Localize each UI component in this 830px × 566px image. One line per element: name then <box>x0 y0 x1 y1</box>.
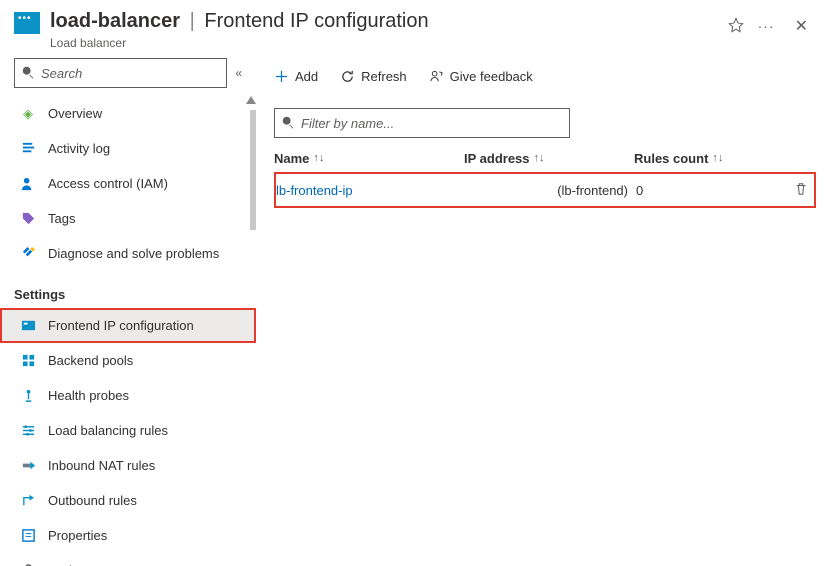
outbound-rules-icon <box>20 493 36 509</box>
sidebar-item-activity-log[interactable]: Activity log <box>0 131 256 166</box>
inbound-nat-icon <box>20 458 36 474</box>
overview-icon: ◈ <box>20 106 36 122</box>
sidebar-item-tags[interactable]: Tags <box>0 201 256 236</box>
sidebar-nav[interactable]: ◈ Overview Activity log Access control (… <box>0 96 256 566</box>
favorite-star-icon[interactable] <box>728 17 744 36</box>
resource-name: load-balancer <box>50 10 180 32</box>
sidebar-item-lb-rules[interactable]: Load balancing rules <box>0 413 256 448</box>
sidebar-item-label: Outbound rules <box>48 493 137 508</box>
locks-icon <box>20 563 36 566</box>
column-header-name[interactable]: Name ↑↓ <box>274 151 464 166</box>
more-menu-icon[interactable]: ··· <box>758 18 775 34</box>
lb-rules-icon <box>20 423 36 439</box>
cell-ip: (lb-frontend) <box>466 183 636 198</box>
collapse-sidebar-icon[interactable]: « <box>235 66 242 80</box>
sidebar-item-diagnose[interactable]: Diagnose and solve problems <box>0 236 256 271</box>
feedback-icon <box>429 69 444 84</box>
filter-by-name[interactable] <box>274 108 570 138</box>
filter-input[interactable] <box>301 116 563 131</box>
sidebar-item-label: Overview <box>48 106 102 121</box>
properties-icon <box>20 528 36 544</box>
table-header: Name ↑↓ IP address ↑↓ Rules count ↑↓ <box>274 138 816 168</box>
sidebar-item-label: Load balancing rules <box>48 423 168 438</box>
feedback-button[interactable]: Give feedback <box>429 69 533 84</box>
sidebar-item-label: Inbound NAT rules <box>48 458 155 473</box>
backend-pools-icon <box>20 353 36 369</box>
page-title: load-balancer | Frontend IP configuratio… <box>50 8 718 34</box>
scroll-up-icon[interactable] <box>246 96 256 104</box>
sidebar-item-label: Backend pools <box>48 353 133 368</box>
sidebar-section-settings: Settings <box>0 271 256 308</box>
page-header: load-balancer | Frontend IP configuratio… <box>0 0 830 50</box>
sidebar-search[interactable] <box>14 58 227 88</box>
sidebar-item-backend-pools[interactable]: Backend pools <box>0 343 256 378</box>
add-label: Add <box>295 69 318 84</box>
sidebar-item-label: Diagnose and solve problems <box>48 246 219 261</box>
refresh-label: Refresh <box>361 69 407 84</box>
plus-icon <box>274 69 289 84</box>
title-divider: | <box>190 10 195 32</box>
load-balancer-icon <box>14 12 40 34</box>
sidebar-item-outbound-rules[interactable]: Outbound rules <box>0 483 256 518</box>
frontend-ip-link[interactable]: lb-frontend-ip <box>276 183 353 198</box>
sidebar-item-label: Tags <box>48 211 75 226</box>
frontend-ip-icon <box>20 318 36 334</box>
page-subtitle: Frontend IP configuration <box>204 10 428 32</box>
header-actions: ··· ✕ <box>728 8 814 38</box>
add-button[interactable]: Add <box>274 69 318 84</box>
sidebar-item-frontend-ip[interactable]: Frontend IP configuration <box>0 308 256 343</box>
sidebar-item-inbound-nat[interactable]: Inbound NAT rules <box>0 448 256 483</box>
iam-icon <box>20 176 36 192</box>
sort-icon: ↑↓ <box>313 152 324 164</box>
sidebar-item-label: Frontend IP configuration <box>48 318 194 333</box>
sidebar-item-label: Activity log <box>48 141 110 156</box>
sidebar-search-input[interactable] <box>41 66 220 81</box>
sidebar-item-label: Health probes <box>48 388 129 403</box>
activity-log-icon <box>20 141 36 157</box>
resource-type: Load balancer <box>50 36 718 50</box>
refresh-icon <box>340 69 355 84</box>
toolbar: Add Refresh Give feedback <box>274 58 816 94</box>
column-header-rules[interactable]: Rules count ↑↓ <box>634 151 816 166</box>
refresh-button[interactable]: Refresh <box>340 69 407 84</box>
sidebar-item-health-probes[interactable]: Health probes <box>0 378 256 413</box>
column-header-ip[interactable]: IP address ↑↓ <box>464 151 634 166</box>
close-icon[interactable]: ✕ <box>789 14 814 38</box>
sort-icon: ↑↓ <box>712 152 723 164</box>
search-icon <box>21 65 35 82</box>
sidebar-item-label: Access control (IAM) <box>48 176 168 191</box>
sidebar-item-access-control[interactable]: Access control (IAM) <box>0 166 256 201</box>
feedback-label: Give feedback <box>450 69 533 84</box>
sidebar-item-properties[interactable]: Properties <box>0 518 256 553</box>
header-titles: load-balancer | Frontend IP configuratio… <box>50 8 718 50</box>
table-row[interactable]: lb-frontend-ip (lb-frontend) 0 <box>274 172 816 208</box>
sidebar-item-label: Properties <box>48 528 107 543</box>
tags-icon <box>20 211 36 227</box>
sidebar: « ◈ Overview Activity log Access control… <box>0 50 256 553</box>
sort-icon: ↑↓ <box>534 152 545 164</box>
cell-rules: 0 <box>636 183 784 198</box>
main-content: Add Refresh Give feedback Name ↑↓ <box>256 50 830 553</box>
health-probes-icon <box>20 388 36 404</box>
delete-icon[interactable] <box>794 184 808 199</box>
search-icon <box>281 115 295 132</box>
sidebar-item-overview[interactable]: ◈ Overview <box>0 96 256 131</box>
diagnose-icon <box>20 246 36 262</box>
